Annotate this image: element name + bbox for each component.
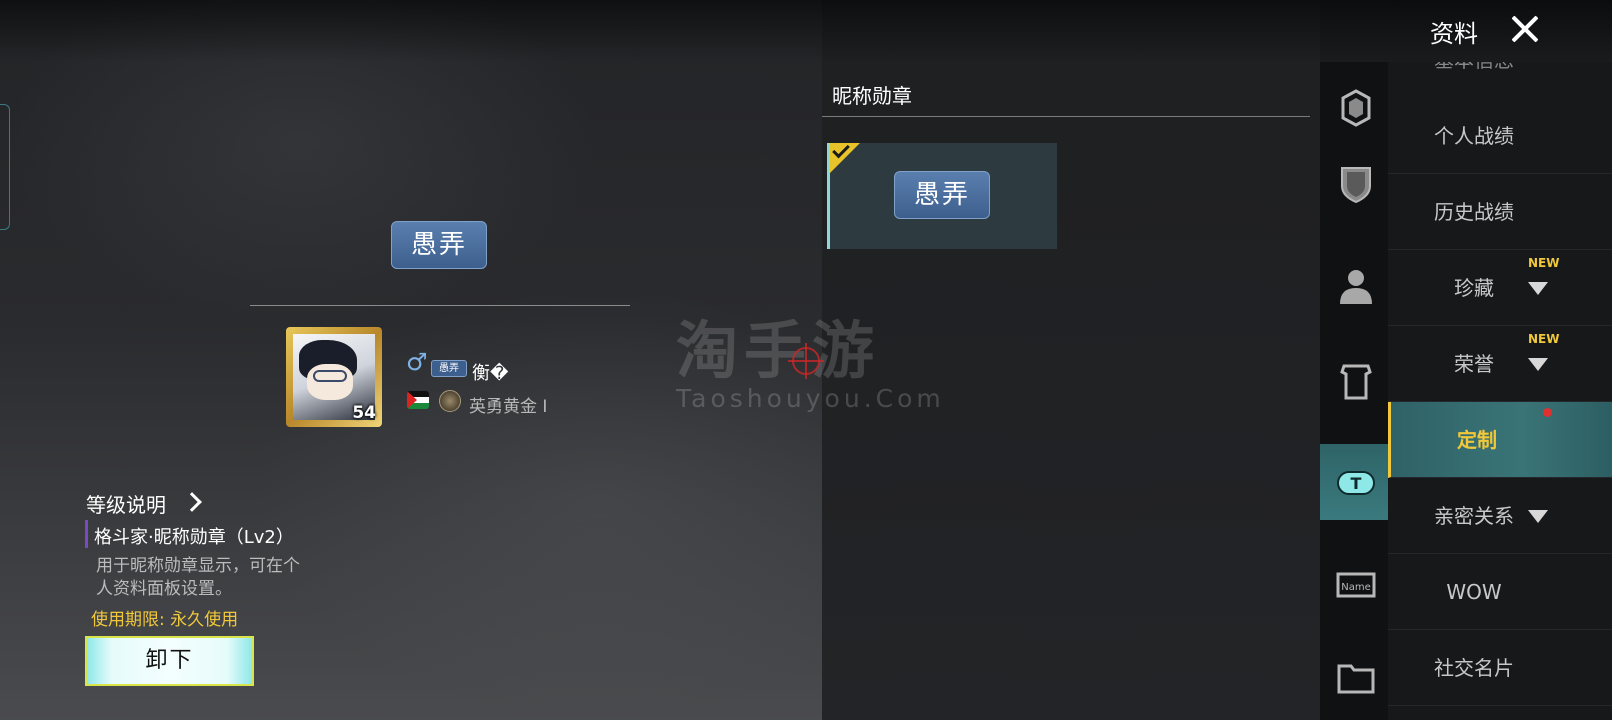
sidebar-item-honor[interactable]: 荣誉 NEW <box>1388 326 1612 402</box>
male-gender-icon: ♂ <box>406 348 428 376</box>
level-info-link[interactable]: 等级说明 <box>86 489 166 518</box>
new-tag: NEW <box>1528 256 1560 270</box>
watermark-text: 淘手游 <box>676 314 881 387</box>
rail-item-shield[interactable] <box>1320 146 1388 222</box>
item-expiry: 使用期限: 永久使用 <box>91 610 239 630</box>
badge-card[interactable]: 愚弄 <box>827 140 1057 249</box>
svg-text:T: T <box>1351 474 1362 493</box>
left-edge-tab[interactable] <box>0 104 10 230</box>
page-title: 资料 <box>1430 20 1478 48</box>
preview-divider <box>250 305 630 306</box>
crosshair-icon <box>788 343 824 379</box>
sidebar-item-label: 定制 <box>1457 428 1497 452</box>
top-bar <box>0 0 1612 62</box>
person-icon <box>1340 270 1372 304</box>
category-icon-rail: T Name <box>1320 62 1388 720</box>
dropdown-arrow-icon <box>1528 510 1548 523</box>
item-name-accent <box>85 520 88 548</box>
mini-nickname-badge: 愚弄 <box>431 360 467 377</box>
sidebar-item-intimacy[interactable]: 亲密关系 <box>1388 478 1612 554</box>
sidebar-item-collection[interactable]: 珍藏 NEW <box>1388 250 1612 326</box>
item-name: 格斗家·昵称勋章（Lv2） <box>94 527 294 548</box>
flag-icon <box>407 391 429 409</box>
rail-item-nickname[interactable]: T <box>1320 444 1388 520</box>
sidebar-item-partial[interactable]: 基本信息 <box>1388 62 1560 90</box>
sidebar-item-label: 历史战绩 <box>1434 200 1514 224</box>
item-description: 用于昵称勋章显示，可在个人资料面板设置。 <box>96 556 300 599</box>
close-icon[interactable] <box>1508 12 1542 46</box>
unequip-button[interactable]: 卸下 <box>85 636 254 686</box>
sidebar-item-personal-stats[interactable]: 个人战绩 <box>1388 98 1612 174</box>
folder-icon <box>1337 664 1375 694</box>
avatar-level: 54 <box>352 403 376 423</box>
sidebar-item-label: 社交名片 <box>1434 656 1514 680</box>
rail-item-profile[interactable] <box>1320 248 1388 324</box>
rank-text: 英勇黄金 I <box>469 397 548 417</box>
nameplate-icon: Name <box>1336 572 1376 598</box>
chevron-right-icon[interactable] <box>185 491 199 511</box>
rail-item-emblem[interactable] <box>1320 70 1388 146</box>
sidebar-item-wow[interactable]: WOW <box>1388 554 1612 630</box>
section-title: 昵称勋章 <box>832 84 912 108</box>
sidebar-item-custom[interactable]: 定制 <box>1388 402 1612 478</box>
shield-icon <box>1341 167 1371 204</box>
sidebar-item-social-card[interactable]: 社交名片 <box>1388 630 1612 706</box>
svg-text:Name: Name <box>1341 582 1371 593</box>
rail-item-folder[interactable] <box>1320 640 1388 716</box>
rank-icon <box>439 390 461 412</box>
preview-nickname-badge: 愚弄 <box>391 221 487 269</box>
sidebar-menu: 基本信息 个人战绩 历史战绩 珍藏 NEW 荣誉 NEW 定制 亲密关系 WOW… <box>1388 62 1612 720</box>
watermark-url: Taoshouyou.Com <box>676 384 945 413</box>
dropdown-arrow-icon <box>1528 358 1548 371</box>
dropdown-arrow-icon <box>1528 282 1548 295</box>
new-tag: NEW <box>1528 332 1560 346</box>
rail-item-outfit[interactable] <box>1320 344 1388 420</box>
card-nickname-badge: 愚弄 <box>894 171 990 219</box>
player-name: 衡� <box>472 363 509 384</box>
sidebar-item-label: WOW <box>1446 580 1502 604</box>
outfit-icon <box>1340 364 1372 400</box>
avatar: 54 <box>286 327 382 427</box>
nickname-tag-icon: T <box>1337 471 1375 495</box>
section-divider <box>822 116 1310 117</box>
notification-dot <box>1543 408 1552 417</box>
avatar-glasses <box>313 370 347 382</box>
rail-item-nameplate[interactable]: Name <box>1320 546 1388 622</box>
emblem-icon <box>1341 89 1371 127</box>
sidebar-item-history[interactable]: 历史战绩 <box>1388 174 1612 250</box>
sidebar-item-label: 个人战绩 <box>1434 124 1514 148</box>
